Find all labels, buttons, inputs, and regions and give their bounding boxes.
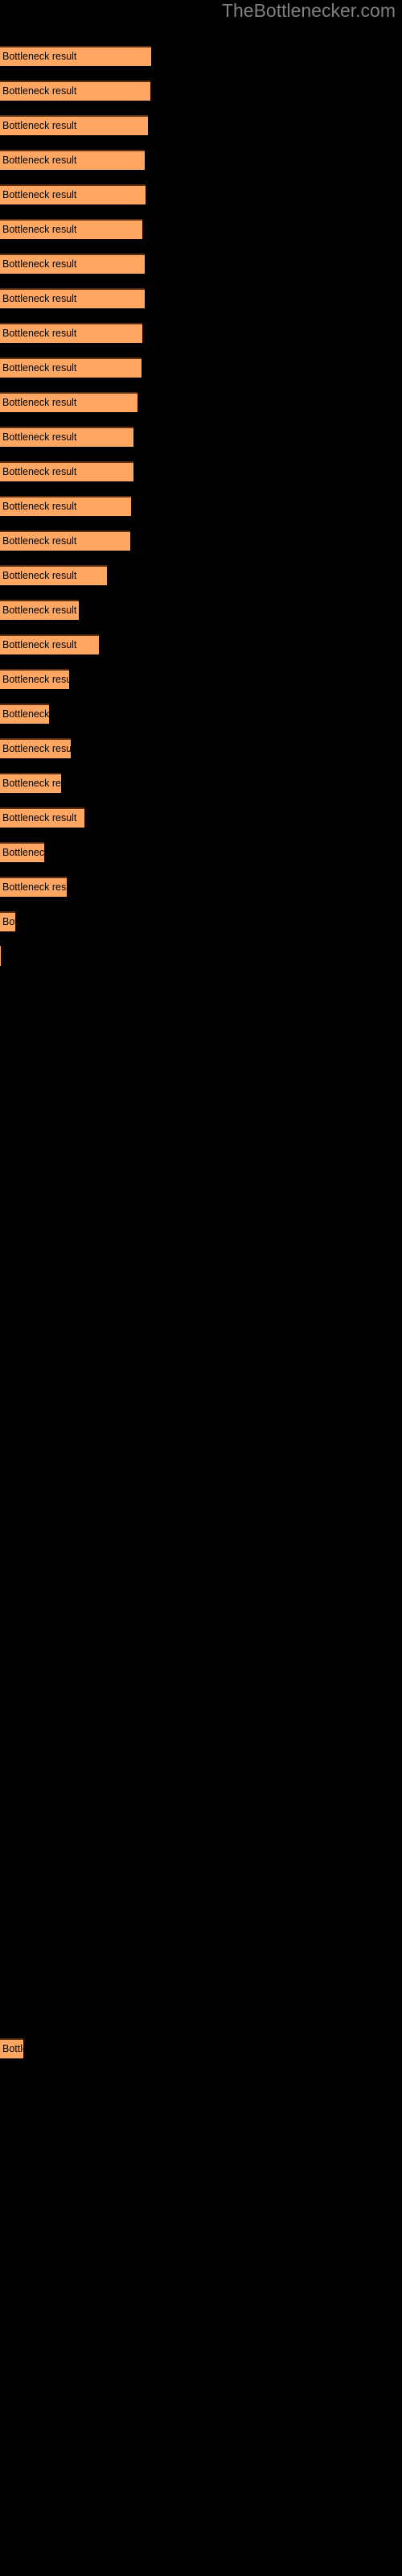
bar-row: Bottleneck result xyxy=(0,842,402,862)
bar-label: Bottleneck result xyxy=(2,397,77,408)
bottleneck-bar-chart: Bottleneck result Bottleneck result Bottle… xyxy=(0,0,402,2576)
bar-label: Bottleneck result xyxy=(2,570,77,581)
bar-label: Bottleneck result xyxy=(2,224,77,235)
bar-label: Bottleneck result xyxy=(2,362,77,374)
bar-row: Bottleneck result xyxy=(0,150,402,170)
bar-row: Bottleneck result xyxy=(0,2038,402,2058)
bar-bottleneck-result[interactable]: Bottleneck result xyxy=(0,254,145,274)
bar-row: Bottleneck result xyxy=(0,115,402,135)
bar-row: Bottleneck result xyxy=(0,634,402,654)
bar-row: Bottleneck result xyxy=(0,219,402,239)
bar-label: Bottleneck result xyxy=(2,120,77,131)
bar-bottleneck-result[interactable]: Bottleneck result xyxy=(0,392,137,412)
bar-label: Bottleneck result xyxy=(2,293,77,304)
bar-bottleneck-result[interactable]: Bottleneck result xyxy=(0,184,146,204)
bar-row: Bottleneck result xyxy=(0,1015,402,1035)
bar-label: Bottleneck result xyxy=(2,708,49,720)
bar-row: Bottleneck result xyxy=(0,980,402,1001)
bar-label: Bottleneck result xyxy=(2,431,77,443)
bar-label: Bottleneck result xyxy=(2,812,77,824)
bar-row: Bottleneck result xyxy=(0,288,402,308)
bar-bottleneck-result[interactable]: Bottleneck result xyxy=(0,80,150,101)
bar-row: Bottleneck result xyxy=(0,427,402,447)
bar-label: Bottleneck result xyxy=(2,639,77,650)
bar-row: Bottleneck result xyxy=(0,80,402,101)
bar-row: Bottleneck result xyxy=(0,496,402,516)
bar-label: Bottleneck result xyxy=(2,189,77,200)
bar-label: Bottleneck result xyxy=(2,85,77,97)
bar-bottleneck-result[interactable]: Bottleneck result xyxy=(0,669,69,689)
bar-label: Bottleneck result xyxy=(2,916,15,927)
bar-bottleneck-result[interactable]: Bottleneck result xyxy=(0,115,148,135)
bar-bottleneck-result[interactable]: Bottleneck result xyxy=(0,946,1,966)
bar-label: Bottleneck result xyxy=(2,2043,23,2054)
bar-label: Bottleneck result xyxy=(2,605,77,616)
bar-label: Bottleneck result xyxy=(2,155,77,166)
bar-bottleneck-result[interactable]: Bottleneck result xyxy=(0,773,61,793)
bar-row: Bottleneck result xyxy=(0,184,402,204)
bar-label: Bottleneck result xyxy=(2,535,77,547)
bar-bottleneck-result[interactable]: Bottleneck result xyxy=(0,704,49,724)
bar-row: Bottleneck result xyxy=(0,357,402,378)
bar-bottleneck-result[interactable]: Bottleneck result xyxy=(0,600,79,620)
bar-row: Bottleneck result xyxy=(0,877,402,897)
bar-label: Bottleneck result xyxy=(2,258,77,270)
bar-label: Bottleneck result xyxy=(2,466,77,477)
bar-bottleneck-result[interactable]: Bottleneck result xyxy=(0,565,107,585)
bar-label: Bottleneck result xyxy=(2,847,44,858)
bar-row: Bottleneck result xyxy=(0,704,402,724)
bar-bottleneck-result[interactable]: Bottleneck result xyxy=(0,150,145,170)
bar-bottleneck-result[interactable]: Bottleneck result xyxy=(0,634,99,654)
bar-label: Bottleneck result xyxy=(2,778,61,789)
bar-row: Bottleneck result xyxy=(0,807,402,828)
bar-row: Bottleneck result xyxy=(0,600,402,620)
bar-label: Bottleneck result xyxy=(2,743,71,754)
bar-bottleneck-result[interactable]: Bottleneck result xyxy=(0,530,130,551)
bar-bottleneck-result[interactable]: Bottleneck result xyxy=(0,357,142,378)
bar-bottleneck-result[interactable]: Bottleneck result xyxy=(0,323,142,343)
bar-label: Bottleneck result xyxy=(2,674,69,685)
bar-bottleneck-result[interactable]: Bottleneck result xyxy=(0,738,71,758)
bar-label: Bottleneck result xyxy=(2,51,77,62)
bar-bottleneck-result[interactable]: Bottleneck result xyxy=(0,842,44,862)
bar-bottleneck-result[interactable]: Bottleneck result xyxy=(0,46,151,66)
bar-row: Bottleneck result xyxy=(0,530,402,551)
bar-row: Bottleneck result xyxy=(0,738,402,758)
bar-row: Bottleneck result xyxy=(0,946,402,966)
bar-row: Bottleneck result xyxy=(0,773,402,793)
bar-row: Bottleneck result xyxy=(0,254,402,274)
bar-row: Bottleneck result xyxy=(0,46,402,66)
bar-row: Bottleneck result xyxy=(0,323,402,343)
bar-label: Bottleneck result xyxy=(2,881,67,893)
bar-bottleneck-result[interactable]: Bottleneck result xyxy=(0,877,67,897)
bar-bottleneck-result[interactable]: Bottleneck result xyxy=(0,496,131,516)
bar-bottleneck-result[interactable]: Bottleneck result xyxy=(0,288,145,308)
bar-bottleneck-result[interactable]: Bottleneck result xyxy=(0,219,142,239)
bar-bottleneck-result[interactable]: Bottleneck result xyxy=(0,911,15,931)
bar-label: Bottleneck result xyxy=(2,328,77,339)
bar-bottleneck-result[interactable]: Bottleneck result xyxy=(0,461,133,481)
bar-row: Bottleneck result xyxy=(0,461,402,481)
bar-row: Bottleneck result xyxy=(0,392,402,412)
bar-bottleneck-result[interactable]: Bottleneck result xyxy=(0,427,133,447)
bar-bottleneck-result[interactable]: Bottleneck result xyxy=(0,2038,23,2058)
bar-row: Bottleneck result xyxy=(0,911,402,931)
bar-label: Bottleneck result xyxy=(2,501,77,512)
bar-bottleneck-result[interactable]: Bottleneck result xyxy=(0,807,84,828)
bar-row: Bottleneck result xyxy=(0,565,402,585)
bar-row: Bottleneck result xyxy=(0,669,402,689)
